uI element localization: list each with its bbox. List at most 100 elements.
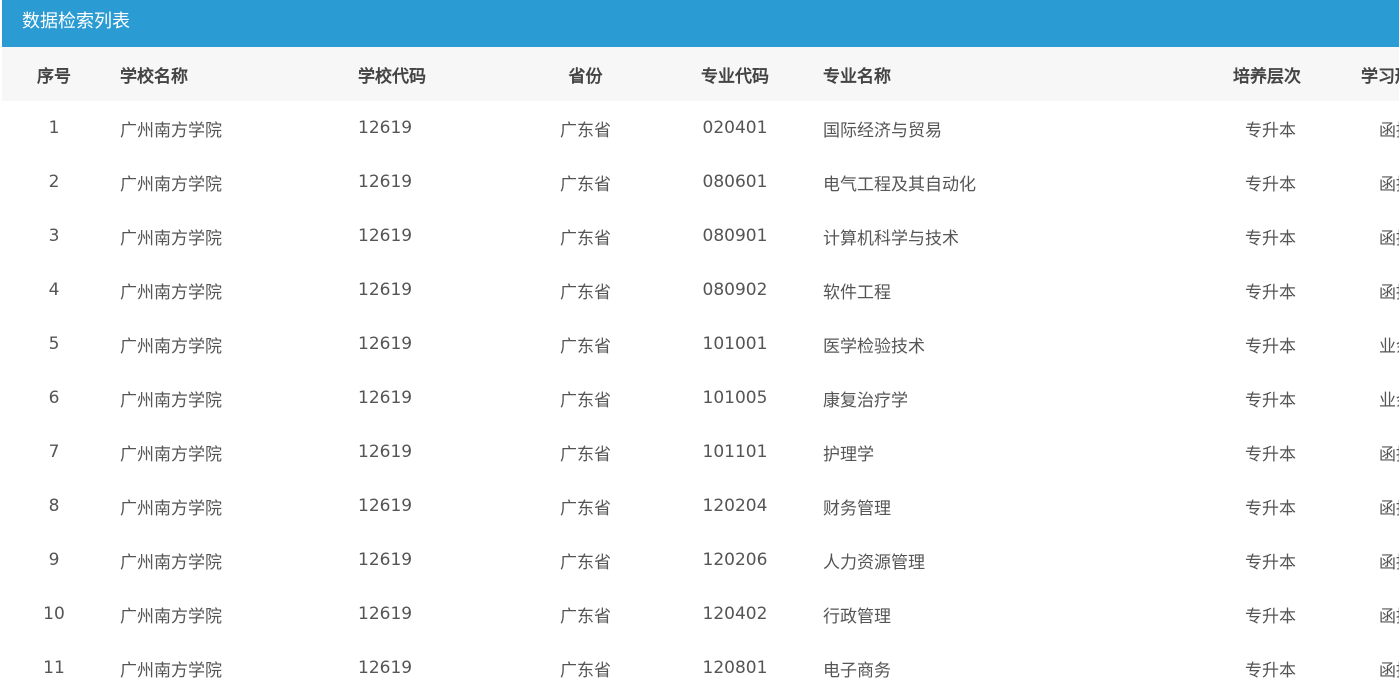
cell-school-name: 广州南方学院 bbox=[120, 228, 222, 249]
header-school-name: 学校名称 bbox=[120, 66, 188, 87]
table-row: 1 广州南方学院 12619 广东省 020401 国际经济与贸易 专升本 函授 bbox=[2, 101, 1399, 155]
cell-study-form: 函授 bbox=[1379, 228, 1399, 249]
cell-study-form: 函授 bbox=[1379, 660, 1399, 681]
cell-level: 专升本 bbox=[1245, 552, 1296, 573]
cell-province: 广东省 bbox=[560, 228, 611, 249]
cell-province: 广东省 bbox=[560, 660, 611, 681]
cell-level: 专升本 bbox=[1245, 498, 1296, 519]
cell-school-code: 12619 bbox=[358, 334, 413, 354]
cell-school-name: 广州南方学院 bbox=[120, 498, 222, 519]
table-header: 序号 学校名称 学校代码 省份 专业代码 专业名称 培养层次 学习形式 bbox=[2, 47, 1399, 101]
cell-level: 专升本 bbox=[1245, 390, 1296, 411]
cell-study-form: 函授 bbox=[1379, 498, 1399, 519]
cell-study-form: 函授 bbox=[1379, 282, 1399, 303]
table-row: 10 广州南方学院 12619 广东省 120402 行政管理 专升本 函授 bbox=[2, 587, 1399, 641]
cell-school-name: 广州南方学院 bbox=[120, 120, 222, 141]
data-table: 序号 学校名称 学校代码 省份 专业代码 专业名称 培养层次 学习形式 1 广州南… bbox=[2, 47, 1399, 693]
cell-major-code: 020401 bbox=[702, 118, 768, 138]
table-row: 6 广州南方学院 12619 广东省 101005 康复治疗学 专升本 业余 bbox=[2, 371, 1399, 425]
cell-major-code: 120801 bbox=[702, 658, 768, 678]
cell-school-code: 12619 bbox=[358, 388, 413, 408]
cell-study-form: 函授 bbox=[1379, 606, 1399, 627]
cell-study-form: 函授 bbox=[1379, 444, 1399, 465]
panel-title: 数据检索列表 bbox=[2, 0, 1399, 47]
header-major-code: 专业代码 bbox=[701, 66, 769, 87]
table-row: 9 广州南方学院 12619 广东省 120206 人力资源管理 专升本 函授 bbox=[2, 533, 1399, 587]
cell-index: 10 bbox=[43, 604, 65, 624]
table-row: 5 广州南方学院 12619 广东省 101001 医学检验技术 专升本 业余 bbox=[2, 317, 1399, 371]
cell-study-form: 函授 bbox=[1379, 120, 1399, 141]
cell-province: 广东省 bbox=[560, 444, 611, 465]
cell-school-code: 12619 bbox=[358, 118, 413, 138]
cell-major-name: 软件工程 bbox=[823, 282, 891, 303]
header-province: 省份 bbox=[568, 66, 603, 87]
cell-major-code: 080901 bbox=[702, 226, 768, 246]
cell-level: 专升本 bbox=[1245, 174, 1296, 195]
cell-study-form: 业余 bbox=[1379, 336, 1399, 357]
cell-index: 7 bbox=[48, 442, 60, 462]
cell-school-code: 12619 bbox=[358, 658, 413, 678]
header-index: 序号 bbox=[37, 66, 71, 87]
cell-province: 广东省 bbox=[560, 174, 611, 195]
header-study-form: 学习形式 bbox=[1361, 66, 1399, 87]
cell-major-code: 120402 bbox=[702, 604, 768, 624]
cell-major-name: 国际经济与贸易 bbox=[823, 120, 942, 141]
cell-province: 广东省 bbox=[560, 336, 611, 357]
cell-major-code: 101101 bbox=[702, 442, 768, 462]
cell-index: 9 bbox=[48, 550, 60, 570]
cell-school-code: 12619 bbox=[358, 226, 413, 246]
cell-school-code: 12619 bbox=[358, 172, 413, 192]
cell-major-name: 计算机科学与技术 bbox=[823, 228, 959, 249]
cell-index: 1 bbox=[48, 118, 60, 138]
cell-major-name: 电气工程及其自动化 bbox=[823, 174, 976, 195]
cell-study-form: 函授 bbox=[1379, 174, 1399, 195]
cell-major-code: 101005 bbox=[702, 388, 768, 408]
cell-index: 2 bbox=[48, 172, 60, 192]
cell-index: 3 bbox=[48, 226, 60, 246]
table-row: 8 广州南方学院 12619 广东省 120204 财务管理 专升本 函授 bbox=[2, 479, 1399, 533]
cell-major-name: 护理学 bbox=[823, 444, 874, 465]
cell-school-code: 12619 bbox=[358, 550, 413, 570]
cell-major-code: 080902 bbox=[702, 280, 768, 300]
cell-major-name: 康复治疗学 bbox=[823, 390, 908, 411]
cell-index: 11 bbox=[43, 658, 65, 678]
cell-school-code: 12619 bbox=[358, 604, 413, 624]
header-school-code: 学校代码 bbox=[358, 66, 426, 87]
cell-major-code: 101001 bbox=[702, 334, 768, 354]
table-row: 2 广州南方学院 12619 广东省 080601 电气工程及其自动化 专升本 函授 bbox=[2, 155, 1399, 209]
cell-major-name: 人力资源管理 bbox=[823, 552, 925, 573]
cell-level: 专升本 bbox=[1245, 336, 1296, 357]
cell-school-code: 12619 bbox=[358, 442, 413, 462]
cell-index: 6 bbox=[48, 388, 60, 408]
cell-index: 8 bbox=[48, 496, 60, 516]
cell-level: 专升本 bbox=[1245, 606, 1296, 627]
table-row: 7 广州南方学院 12619 广东省 101101 护理学 专升本 函授 bbox=[2, 425, 1399, 479]
cell-school-name: 广州南方学院 bbox=[120, 282, 222, 303]
table-row: 11 广州南方学院 12619 广东省 120801 电子商务 专升本 函授 bbox=[2, 641, 1399, 693]
cell-study-form: 函授 bbox=[1379, 552, 1399, 573]
cell-school-name: 广州南方学院 bbox=[120, 174, 222, 195]
cell-school-code: 12619 bbox=[358, 280, 413, 300]
cell-major-code: 080601 bbox=[702, 172, 768, 192]
data-search-panel: 数据检索列表 序号 学校名称 学校代码 省份 专业代码 专业名称 培养层次 学习… bbox=[2, 0, 1399, 693]
cell-index: 5 bbox=[48, 334, 60, 354]
cell-level: 专升本 bbox=[1245, 660, 1296, 681]
cell-level: 专升本 bbox=[1245, 120, 1296, 141]
cell-province: 广东省 bbox=[560, 498, 611, 519]
table-body: 1广州南方学院12619广东省020401国际经济与贸易专升本函授2广州南方学院… bbox=[2, 101, 1399, 693]
cell-major-code: 120204 bbox=[702, 496, 768, 516]
cell-school-code: 12619 bbox=[358, 496, 413, 516]
cell-index: 4 bbox=[48, 280, 60, 300]
cell-level: 专升本 bbox=[1245, 228, 1296, 249]
cell-school-name: 广州南方学院 bbox=[120, 606, 222, 627]
cell-major-name: 行政管理 bbox=[823, 606, 891, 627]
cell-school-name: 广州南方学院 bbox=[120, 390, 222, 411]
cell-school-name: 广州南方学院 bbox=[120, 552, 222, 573]
cell-major-name: 电子商务 bbox=[823, 660, 891, 681]
cell-province: 广东省 bbox=[560, 606, 611, 627]
table-header-row: 序号 学校名称 学校代码 省份 专业代码 专业名称 培养层次 学习形式 bbox=[2, 47, 1399, 101]
cell-province: 广东省 bbox=[560, 552, 611, 573]
cell-major-code: 120206 bbox=[702, 550, 768, 570]
cell-province: 广东省 bbox=[560, 390, 611, 411]
cell-study-form: 业余 bbox=[1379, 390, 1399, 411]
